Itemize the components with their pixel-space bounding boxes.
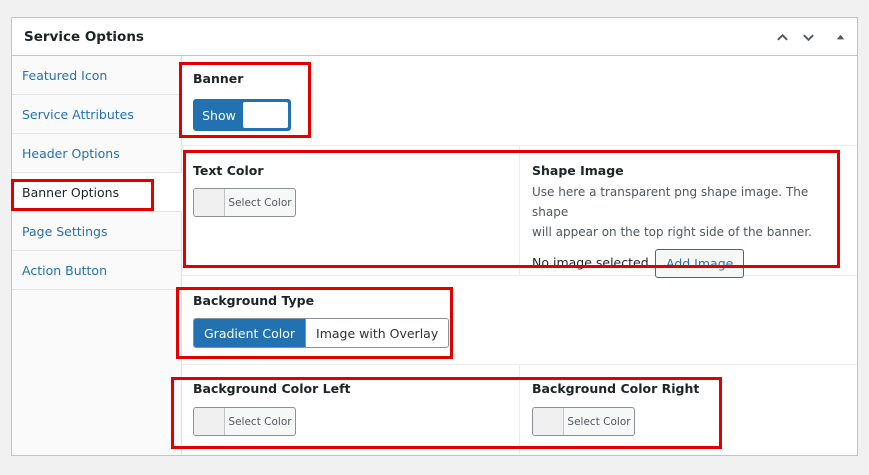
color-swatch — [194, 189, 225, 216]
select-color-label: Select Color — [228, 196, 292, 209]
panel-header: Service Options — [12, 18, 857, 56]
tab-action-button[interactable]: Action Button — [12, 251, 181, 290]
tab-service-attributes[interactable]: Service Attributes — [12, 95, 181, 134]
panel-title: Service Options — [24, 29, 144, 45]
bg-color-left-label: Background Color Left — [193, 381, 351, 396]
shape-image-desc-line2: will appear on the top right side of the… — [532, 225, 812, 239]
banner-show-toggle[interactable]: Show — [193, 99, 291, 131]
tab-featured-icon[interactable]: Featured Icon — [12, 56, 181, 95]
triangle-up-icon — [836, 34, 844, 39]
option-image-overlay[interactable]: Image with Overlay — [305, 319, 449, 347]
tab-banner-options[interactable]: Banner Options — [12, 173, 182, 212]
color-swatch — [533, 408, 564, 435]
tab-header-options[interactable]: Header Options — [12, 134, 181, 173]
tab-page-settings[interactable]: Page Settings — [12, 212, 181, 251]
bg-color-right-label: Background Color Right — [532, 381, 700, 396]
add-image-button[interactable]: Add Image — [655, 249, 745, 278]
select-color-label: Select Color — [567, 415, 631, 428]
bg-color-right-picker[interactable]: Select Color — [532, 407, 635, 436]
toggle-knob — [243, 102, 288, 128]
color-shape-row: Text Color Select Color Shape Image Use … — [182, 146, 857, 278]
chevron-down-icon — [802, 34, 814, 41]
banner-label: Banner — [193, 71, 244, 86]
move-down-button[interactable] — [798, 27, 818, 47]
chevron-up-icon — [776, 33, 788, 40]
text-color-picker[interactable]: Select Color — [193, 188, 296, 217]
text-color-label: Text Color — [193, 163, 264, 178]
options-content: Banner Show Text Color Select Color Shap… — [182, 56, 857, 455]
toggle-label: Show — [202, 107, 236, 123]
background-type-selector: Gradient Color Image with Overlay — [193, 318, 450, 348]
background-type-row: Background Type Gradient Color Image wit… — [182, 276, 857, 365]
service-options-panel: Service Options Featured Icon Service At… — [11, 17, 858, 456]
shape-image-desc-line1: Use here a transparent png shape image. … — [532, 185, 809, 219]
background-colors-row: Background Color Left Select Color Backg… — [182, 365, 857, 455]
banner-row: Banner Show — [182, 56, 857, 146]
select-color-label: Select Color — [228, 415, 292, 428]
option-gradient-color[interactable]: Gradient Color — [194, 319, 306, 347]
options-tabs: Featured Icon Service Attributes Header … — [12, 56, 182, 455]
image-status: No image selected — [532, 255, 649, 270]
column-divider — [519, 365, 520, 455]
shape-image-label: Shape Image — [532, 163, 624, 178]
background-type-label: Background Type — [193, 293, 315, 308]
move-up-button[interactable] — [772, 27, 792, 47]
bg-color-left-picker[interactable]: Select Color — [193, 407, 296, 436]
toggle-panel-button[interactable] — [830, 27, 850, 47]
column-divider — [519, 146, 520, 275]
color-swatch — [194, 408, 225, 435]
